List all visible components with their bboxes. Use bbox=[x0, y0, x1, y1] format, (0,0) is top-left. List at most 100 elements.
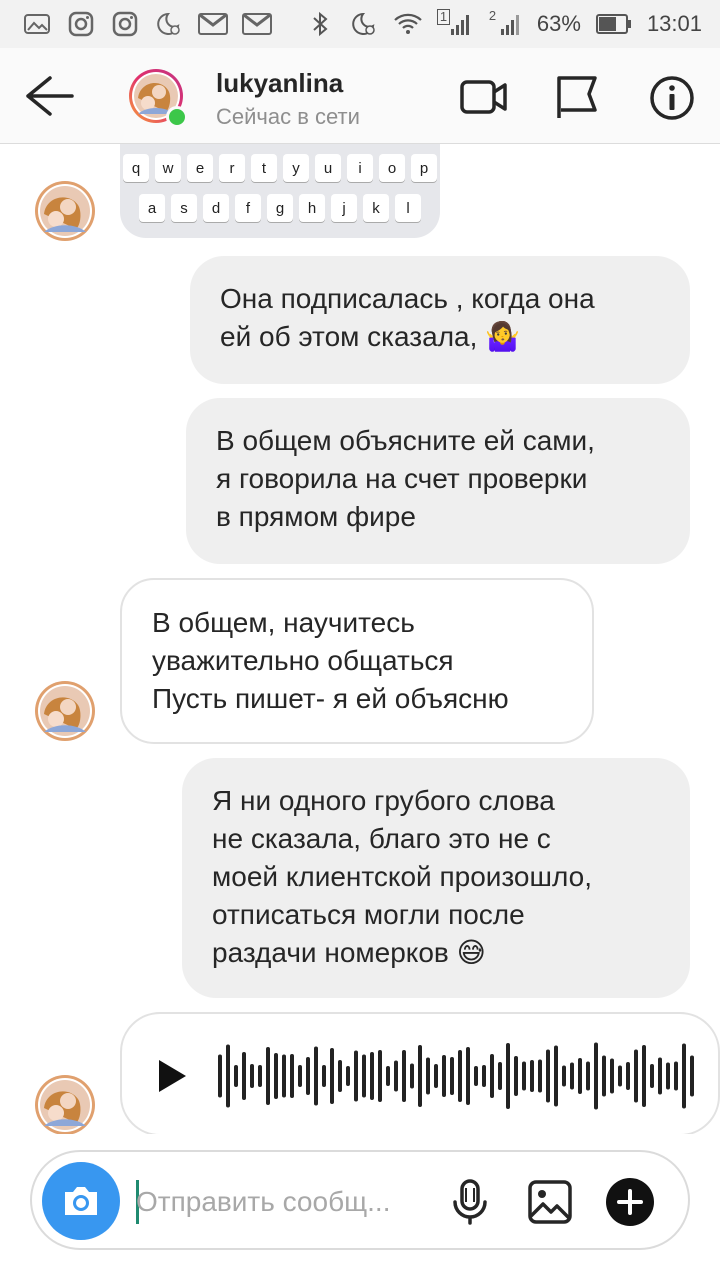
waveform-bar bbox=[394, 1060, 398, 1092]
camera-button[interactable] bbox=[42, 1162, 120, 1240]
waveform-bar bbox=[554, 1045, 558, 1107]
waveform-bar bbox=[242, 1052, 246, 1100]
more-options-button[interactable] bbox=[606, 1178, 654, 1226]
key: k bbox=[363, 194, 389, 222]
waveform-bar bbox=[530, 1060, 534, 1092]
waveform-bar bbox=[226, 1044, 230, 1108]
clock: 13:01 bbox=[646, 11, 702, 36]
waveform-bar bbox=[658, 1057, 662, 1095]
waveform-bar bbox=[346, 1066, 350, 1086]
back-arrow-icon bbox=[26, 76, 74, 116]
keyboard-row-1: q w e r t y u i o p bbox=[120, 154, 440, 182]
waveform-bar bbox=[314, 1046, 318, 1106]
signal-sim2-icon: 2 bbox=[487, 8, 523, 37]
waveform-icon[interactable] bbox=[218, 1040, 698, 1112]
key: w bbox=[155, 154, 181, 182]
key: e bbox=[187, 154, 213, 182]
message-thread[interactable]: q w e r t y u i o p a s d f g h j k l Он… bbox=[0, 144, 720, 1134]
message-composer bbox=[30, 1150, 690, 1250]
key: d bbox=[203, 194, 229, 222]
conversation-info-button[interactable] bbox=[648, 74, 698, 120]
video-camera-icon bbox=[460, 80, 507, 114]
waveform-bar bbox=[490, 1054, 494, 1098]
waveform-bar bbox=[690, 1055, 694, 1097]
instagram-notification-icon bbox=[110, 11, 140, 37]
outgoing-message[interactable]: В общем объясните ей сами, я говорила на… bbox=[186, 398, 690, 564]
waveform-bar bbox=[650, 1064, 654, 1088]
microphone-icon bbox=[453, 1179, 487, 1225]
waveform-bar bbox=[610, 1058, 614, 1094]
key: l bbox=[395, 194, 421, 222]
sender-avatar[interactable] bbox=[34, 180, 96, 242]
waveform-bar bbox=[586, 1061, 590, 1091]
key: a bbox=[139, 194, 165, 222]
shared-screenshot-image[interactable]: q w e r t y u i o p a s d f g h j k l bbox=[120, 144, 440, 238]
keyboard-row-2: a s d f g h j k l bbox=[120, 194, 440, 222]
wifi-icon bbox=[393, 11, 423, 37]
key: t bbox=[251, 154, 277, 182]
sender-avatar[interactable] bbox=[34, 1074, 96, 1134]
waveform-bar bbox=[522, 1061, 526, 1091]
sim2-label: 2 bbox=[488, 8, 497, 23]
waveform-bar bbox=[442, 1055, 446, 1097]
status-bar-notifications bbox=[22, 11, 272, 37]
outgoing-message[interactable]: Она подписалась , когда она ей об этом с… bbox=[190, 256, 690, 384]
waveform-bar bbox=[250, 1064, 254, 1088]
bluetooth-icon bbox=[305, 11, 335, 37]
waveform-bar bbox=[682, 1043, 686, 1109]
camera-icon bbox=[65, 1187, 97, 1215]
key: g bbox=[267, 194, 293, 222]
info-icon bbox=[650, 76, 694, 120]
waveform-bar bbox=[618, 1065, 622, 1087]
gallery-notification-icon bbox=[22, 11, 52, 37]
waveform-bar bbox=[594, 1042, 598, 1110]
outgoing-message[interactable]: Я ни одного грубого слова не сказала, бл… bbox=[182, 758, 690, 998]
incoming-message[interactable]: В общем, научитесь уважительно общаться … bbox=[120, 578, 594, 744]
waveform-bar bbox=[450, 1057, 454, 1095]
waveform-bar bbox=[626, 1062, 630, 1090]
status-bar: 1 2 63% 13:01 bbox=[0, 0, 720, 48]
play-icon[interactable] bbox=[156, 1058, 188, 1094]
waveform-bar bbox=[274, 1053, 278, 1099]
waveform-bar bbox=[642, 1045, 646, 1107]
waveform-bar bbox=[234, 1065, 238, 1087]
waveform-bar bbox=[402, 1050, 406, 1102]
key: r bbox=[219, 154, 245, 182]
back-button[interactable] bbox=[20, 70, 76, 122]
flag-icon bbox=[557, 76, 597, 118]
waveform-bar bbox=[298, 1065, 302, 1087]
chat-presence-status: Сейчас в сети bbox=[216, 104, 360, 129]
gallery-button[interactable] bbox=[526, 1178, 574, 1226]
battery-icon bbox=[595, 11, 633, 37]
waveform-bar bbox=[426, 1057, 430, 1095]
report-button[interactable] bbox=[552, 74, 602, 120]
chat-username[interactable]: lukyanlina bbox=[216, 68, 343, 99]
key: q bbox=[123, 154, 149, 182]
instagram-notification-icon bbox=[66, 11, 96, 37]
voice-record-button[interactable] bbox=[446, 1178, 494, 1226]
key: j bbox=[331, 194, 357, 222]
plus-circle-icon bbox=[606, 1178, 654, 1226]
waveform-bar bbox=[538, 1059, 542, 1093]
voice-message[interactable] bbox=[120, 1012, 720, 1134]
waveform-bar bbox=[546, 1049, 550, 1103]
waveform-bar bbox=[386, 1066, 390, 1086]
waveform-bar bbox=[266, 1047, 270, 1105]
do-not-disturb-alarm-icon bbox=[154, 11, 184, 37]
waveform-bar bbox=[482, 1065, 486, 1087]
waveform-bar bbox=[578, 1058, 582, 1094]
status-bar-system: 1 2 63% 13:01 bbox=[305, 8, 702, 37]
message-input[interactable] bbox=[136, 1176, 426, 1228]
waveform-bar bbox=[570, 1062, 574, 1090]
waveform-bar bbox=[466, 1047, 470, 1105]
video-call-button[interactable] bbox=[458, 74, 508, 120]
waveform-bar bbox=[362, 1054, 366, 1098]
gmail-notification-icon bbox=[198, 11, 228, 37]
waveform-bar bbox=[410, 1063, 414, 1089]
waveform-bar bbox=[602, 1055, 606, 1097]
waveform-bar bbox=[306, 1057, 310, 1095]
sender-avatar[interactable] bbox=[34, 680, 96, 742]
waveform-bar bbox=[674, 1061, 678, 1091]
waveform-bar bbox=[418, 1045, 422, 1107]
waveform-bar bbox=[498, 1062, 502, 1090]
